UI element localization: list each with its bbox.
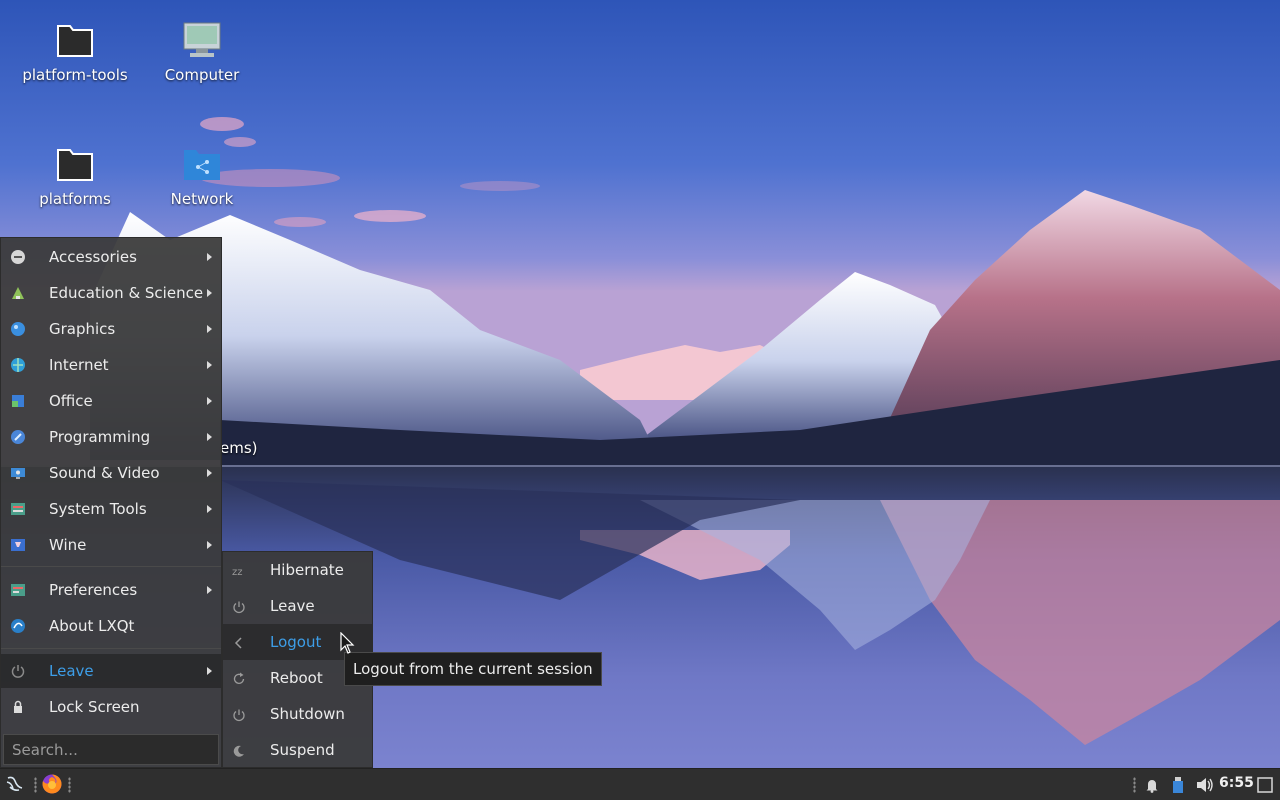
lock-icon	[10, 699, 26, 715]
network-folder-icon	[182, 144, 222, 184]
desktop-icon-label: Network	[170, 190, 234, 208]
submenu-arrow-icon	[207, 253, 212, 261]
desktop-icon-platforms[interactable]: platforms	[15, 144, 135, 208]
menu-search-input[interactable]	[3, 734, 219, 765]
start-menu-icon[interactable]	[4, 773, 26, 795]
desktop-icon-computer[interactable]: Computer	[142, 20, 262, 84]
menu-item-programming[interactable]: Programming	[1, 420, 221, 454]
submenu-arrow-icon	[207, 289, 212, 297]
graphics-icon	[10, 321, 26, 337]
reboot-icon	[232, 671, 246, 685]
folder-icon	[55, 20, 95, 60]
folder-icon	[55, 144, 95, 184]
menu-item-wine[interactable]: Wine	[1, 528, 221, 562]
tray-separator	[1133, 777, 1136, 793]
power-icon	[232, 599, 246, 614]
mouse-cursor-icon	[340, 632, 355, 654]
submenu-arrow-icon	[207, 667, 212, 675]
submenu-arrow-icon	[207, 433, 212, 441]
hidden-desktop-label: ems)	[220, 439, 258, 457]
desktop-icon-label: Computer	[164, 66, 240, 84]
menu-item-suspend[interactable]: Suspend	[223, 732, 372, 768]
menu-item-graphics[interactable]: Graphics	[1, 312, 221, 346]
menu-item-system-tools[interactable]: System Tools	[1, 492, 221, 526]
menu-item-hibernate[interactable]: zz Hibernate	[223, 552, 372, 588]
taskbar-separator	[34, 777, 37, 793]
sound-video-icon	[10, 465, 26, 481]
taskbar: 6:55	[0, 768, 1280, 800]
menu-item-lock-screen[interactable]: Lock Screen	[1, 690, 221, 724]
menu-separator	[1, 566, 221, 567]
show-desktop-icon[interactable]	[1257, 777, 1273, 793]
menu-item-accessories[interactable]: Accessories	[1, 240, 221, 274]
suspend-icon	[232, 743, 246, 757]
logout-tooltip: Logout from the current session	[344, 652, 602, 686]
submenu-arrow-icon	[207, 586, 212, 594]
volume-icon[interactable]	[1195, 776, 1215, 794]
logout-icon	[232, 635, 246, 649]
lxqt-icon	[10, 618, 26, 634]
submenu-arrow-icon	[207, 397, 212, 405]
education-icon	[10, 285, 26, 301]
menu-item-leave[interactable]: Leave	[1, 654, 221, 688]
application-menu: Accessories Education & Science Graphics…	[0, 237, 222, 768]
menu-item-sound-video[interactable]: Sound & Video	[1, 456, 221, 490]
desktop-icon-network[interactable]: Network	[142, 144, 262, 208]
submenu-arrow-icon	[207, 325, 212, 333]
submenu-arrow-icon	[207, 541, 212, 549]
accessories-icon	[10, 249, 26, 265]
firefox-icon[interactable]	[41, 773, 63, 795]
internet-icon	[10, 357, 26, 373]
menu-item-preferences[interactable]: Preferences	[1, 573, 221, 607]
submenu-arrow-icon	[207, 469, 212, 477]
desktop-icon-platform-tools[interactable]: platform-tools	[15, 20, 135, 84]
menu-item-leave-session[interactable]: Leave	[223, 588, 372, 624]
desktop-icon-label: platforms	[39, 190, 111, 208]
notification-bell-icon[interactable]	[1144, 777, 1160, 793]
menu-item-office[interactable]: Office	[1, 384, 221, 418]
menu-item-education-science[interactable]: Education & Science	[1, 276, 221, 310]
wine-icon	[10, 537, 26, 553]
computer-icon	[182, 20, 222, 60]
taskbar-separator	[68, 777, 71, 793]
menu-separator	[1, 648, 221, 649]
menu-item-shutdown[interactable]: Shutdown	[223, 696, 372, 732]
menu-item-internet[interactable]: Internet	[1, 348, 221, 382]
preferences-icon	[10, 582, 26, 598]
hibernate-icon: zz	[232, 563, 246, 578]
programming-icon	[10, 429, 26, 445]
power-icon	[10, 663, 26, 679]
submenu-arrow-icon	[207, 505, 212, 513]
usb-drive-icon[interactable]	[1171, 776, 1185, 794]
svg-text:zz: zz	[232, 567, 243, 578]
office-icon	[10, 393, 26, 409]
menu-item-about-lxqt[interactable]: About LXQt	[1, 609, 221, 643]
system-tools-icon	[10, 501, 26, 517]
submenu-arrow-icon	[207, 361, 212, 369]
taskbar-clock[interactable]: 6:55	[1219, 775, 1254, 791]
desktop-icon-label: platform-tools	[22, 66, 128, 84]
shutdown-icon	[232, 707, 246, 722]
